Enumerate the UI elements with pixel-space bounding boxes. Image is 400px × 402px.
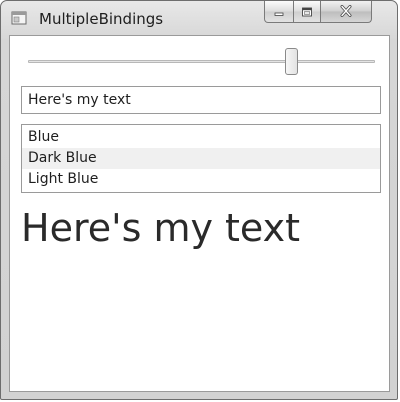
app-window: MultipleBindings Here's my text Blue Dar…	[0, 0, 398, 400]
client-area: Blue Dark Blue Light Blue Here's my text	[9, 35, 390, 392]
title-bar[interactable]: MultipleBindings	[1, 1, 397, 35]
text-input[interactable]	[21, 86, 381, 114]
slider-thumb[interactable]	[285, 48, 299, 75]
application-icon[interactable]	[11, 10, 27, 26]
list-item-dark-blue[interactable]: Dark Blue	[22, 148, 380, 169]
close-icon	[339, 2, 353, 21]
minimize-button[interactable]	[264, 1, 294, 23]
list-item-blue[interactable]: Blue	[22, 127, 380, 148]
slider-track[interactable]	[28, 60, 375, 63]
bound-display-text: Here's my text	[21, 206, 301, 250]
close-button[interactable]	[320, 1, 372, 23]
window-title: MultipleBindings	[39, 10, 164, 28]
list-item-light-blue[interactable]: Light Blue	[22, 169, 380, 190]
maximize-button[interactable]	[293, 1, 321, 23]
maximize-icon	[301, 2, 313, 21]
color-listbox[interactable]: Blue Dark Blue Light Blue	[21, 124, 381, 193]
minimize-icon	[274, 2, 284, 21]
